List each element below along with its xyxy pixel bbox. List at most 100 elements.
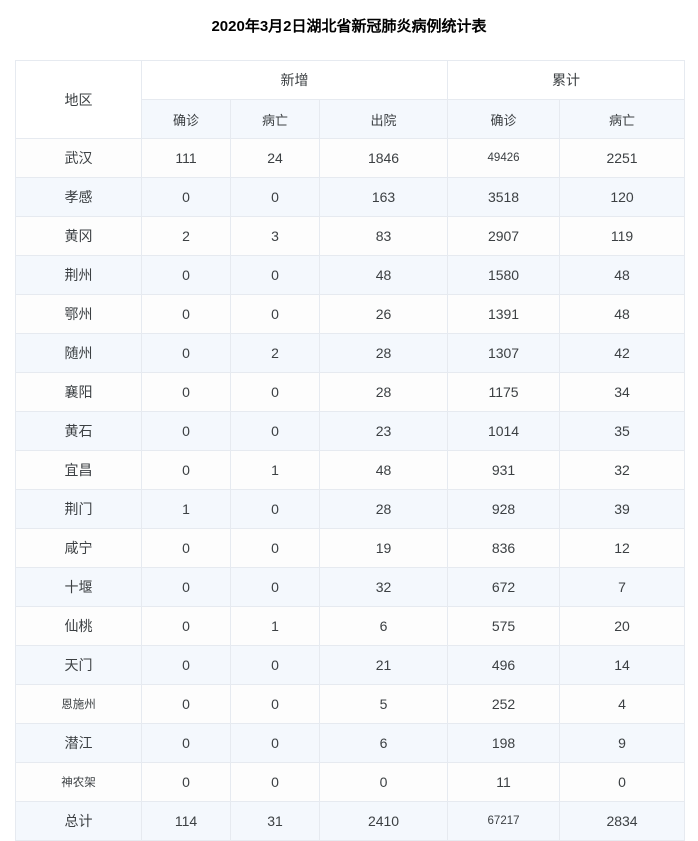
cell-region: 荆门 bbox=[15, 489, 142, 529]
cell-total-confirmed: 1175 bbox=[447, 372, 561, 412]
column-header-new-confirmed: 确诊 bbox=[141, 99, 231, 139]
cell-new-deaths: 0 bbox=[230, 489, 320, 529]
cell-total-deaths: 4 bbox=[559, 684, 686, 724]
column-header-total-deaths: 病亡 bbox=[559, 99, 686, 139]
cell-new-confirmed: 111 bbox=[141, 138, 231, 178]
cell-new-deaths: 0 bbox=[230, 723, 320, 763]
cell-new-discharged: 23 bbox=[318, 411, 449, 451]
cell-region: 仙桃 bbox=[15, 606, 142, 646]
cell-total-confirmed: 672 bbox=[447, 567, 561, 607]
cell-new-confirmed: 0 bbox=[141, 294, 231, 334]
cell-total-confirmed: 1391 bbox=[447, 294, 561, 334]
cell-new-deaths: 0 bbox=[230, 372, 320, 412]
cell-total-new-confirmed: 114 bbox=[141, 801, 231, 841]
cell-region: 咸宁 bbox=[15, 528, 142, 568]
cell-new-confirmed: 1 bbox=[141, 489, 231, 529]
cell-new-confirmed: 0 bbox=[141, 762, 231, 802]
page-title: 2020年3月2日湖北省新冠肺炎病例统计表 bbox=[211, 18, 487, 35]
cell-total-confirmed: 1014 bbox=[447, 411, 561, 451]
column-header-new-deaths: 病亡 bbox=[230, 99, 320, 139]
cell-region: 神农架 bbox=[15, 762, 142, 802]
table-row: 天门 0 0 21 496 14 bbox=[15, 645, 686, 685]
cell-new-deaths: 2 bbox=[230, 333, 320, 373]
table-row: 宜昌 0 1 48 931 32 bbox=[15, 450, 686, 490]
statistics-table-container: 地区 新增 累计 确诊 病亡 出院 确诊 病亡 武汉 111 24 1846 49426… bbox=[15, 60, 686, 841]
cell-new-deaths: 0 bbox=[230, 411, 320, 451]
cell-new-confirmed: 0 bbox=[141, 255, 231, 295]
cell-new-discharged: 5 bbox=[318, 684, 449, 724]
cell-total-confirmed: 2907 bbox=[447, 216, 561, 256]
cell-total-confirmed: 252 bbox=[447, 684, 561, 724]
table-row: 随州 0 2 28 1307 42 bbox=[15, 333, 686, 373]
table-row: 黄冈 2 3 83 2907 119 bbox=[15, 216, 686, 256]
cell-total-confirmed: 575 bbox=[447, 606, 561, 646]
cell-new-confirmed: 0 bbox=[141, 177, 231, 217]
cell-new-discharged: 6 bbox=[318, 723, 449, 763]
cell-region: 天门 bbox=[15, 645, 142, 685]
cell-new-discharged: 163 bbox=[318, 177, 449, 217]
cell-new-deaths: 0 bbox=[230, 684, 320, 724]
cell-new-confirmed: 0 bbox=[141, 723, 231, 763]
table-row: 荆州 0 0 48 1580 48 bbox=[15, 255, 686, 295]
cell-total-confirmed: 3518 bbox=[447, 177, 561, 217]
cell-new-deaths: 0 bbox=[230, 762, 320, 802]
covid-statistics-table: 地区 新增 累计 确诊 病亡 出院 确诊 病亡 武汉 111 24 1846 49426… bbox=[15, 60, 686, 841]
cell-total-deaths: 20 bbox=[559, 606, 686, 646]
page-root: 2020年3月2日湖北省新冠肺炎病例统计表 地区 新增 累计 确诊 病亡 出院 … bbox=[0, 0, 698, 841]
cell-new-confirmed: 0 bbox=[141, 606, 231, 646]
cell-total-confirmed: 931 bbox=[447, 450, 561, 490]
table-row: 鄂州 0 0 26 1391 48 bbox=[15, 294, 686, 334]
cell-new-confirmed: 0 bbox=[141, 450, 231, 490]
table-row-total: 总计 114 31 2410 67217 2834 bbox=[15, 801, 686, 841]
cell-new-discharged: 83 bbox=[318, 216, 449, 256]
cell-new-confirmed: 0 bbox=[141, 372, 231, 412]
table-header-group-row: 地区 新增 累计 bbox=[15, 60, 686, 139]
table-row: 咸宁 0 0 19 836 12 bbox=[15, 528, 686, 568]
cell-new-discharged: 0 bbox=[318, 762, 449, 802]
cell-total-confirmed: 496 bbox=[447, 645, 561, 685]
cell-region: 武汉 bbox=[15, 138, 142, 178]
cell-region: 孝感 bbox=[15, 177, 142, 217]
cell-region: 荆州 bbox=[15, 255, 142, 295]
table-row: 恩施州 0 0 5 252 4 bbox=[15, 684, 686, 724]
table-row: 潜江 0 0 6 198 9 bbox=[15, 723, 686, 763]
cell-new-deaths: 0 bbox=[230, 294, 320, 334]
cell-new-deaths: 1 bbox=[230, 450, 320, 490]
cell-total-deaths: 14 bbox=[559, 645, 686, 685]
table-row: 武汉 111 24 1846 49426 2251 bbox=[15, 138, 686, 178]
cell-total-deaths: 35 bbox=[559, 411, 686, 451]
cell-new-discharged: 48 bbox=[318, 255, 449, 295]
cell-total-deaths: 42 bbox=[559, 333, 686, 373]
cell-total-deaths: 0 bbox=[559, 762, 686, 802]
cell-new-discharged: 48 bbox=[318, 450, 449, 490]
table-header: 地区 新增 累计 确诊 病亡 出院 确诊 病亡 bbox=[15, 60, 686, 139]
cell-new-discharged: 32 bbox=[318, 567, 449, 607]
column-header-new-discharged: 出院 bbox=[318, 99, 449, 139]
cell-new-deaths: 0 bbox=[230, 255, 320, 295]
cell-new-discharged: 6 bbox=[318, 606, 449, 646]
cell-new-discharged: 19 bbox=[318, 528, 449, 568]
table-row: 黄石 0 0 23 1014 35 bbox=[15, 411, 686, 451]
cell-total-new-discharged: 2410 bbox=[318, 801, 449, 841]
cell-total-total-deaths: 2834 bbox=[559, 801, 686, 841]
cell-new-deaths: 0 bbox=[230, 567, 320, 607]
table-row: 荆门 1 0 28 928 39 bbox=[15, 489, 686, 529]
table-row: 仙桃 0 1 6 575 20 bbox=[15, 606, 686, 646]
cell-total-confirmed: 928 bbox=[447, 489, 561, 529]
cell-total-deaths: 9 bbox=[559, 723, 686, 763]
cell-new-confirmed: 0 bbox=[141, 567, 231, 607]
cell-total-deaths: 7 bbox=[559, 567, 686, 607]
cell-new-discharged: 28 bbox=[318, 333, 449, 373]
cell-total-confirmed: 1307 bbox=[447, 333, 561, 373]
column-group-header-total: 累计 bbox=[447, 60, 686, 100]
cell-region: 襄阳 bbox=[15, 372, 142, 412]
cell-total-confirmed: 49426 bbox=[447, 138, 561, 178]
cell-total-total-confirmed: 67217 bbox=[447, 801, 561, 841]
cell-new-discharged: 26 bbox=[318, 294, 449, 334]
cell-total-deaths: 32 bbox=[559, 450, 686, 490]
column-header-region: 地区 bbox=[15, 60, 142, 139]
cell-region: 鄂州 bbox=[15, 294, 142, 334]
cell-total-confirmed: 11 bbox=[447, 762, 561, 802]
table-body: 武汉 111 24 1846 49426 2251 孝感 0 0 163 3518 120 黄冈 2 3 83… bbox=[15, 138, 686, 841]
cell-region: 恩施州 bbox=[15, 684, 142, 724]
